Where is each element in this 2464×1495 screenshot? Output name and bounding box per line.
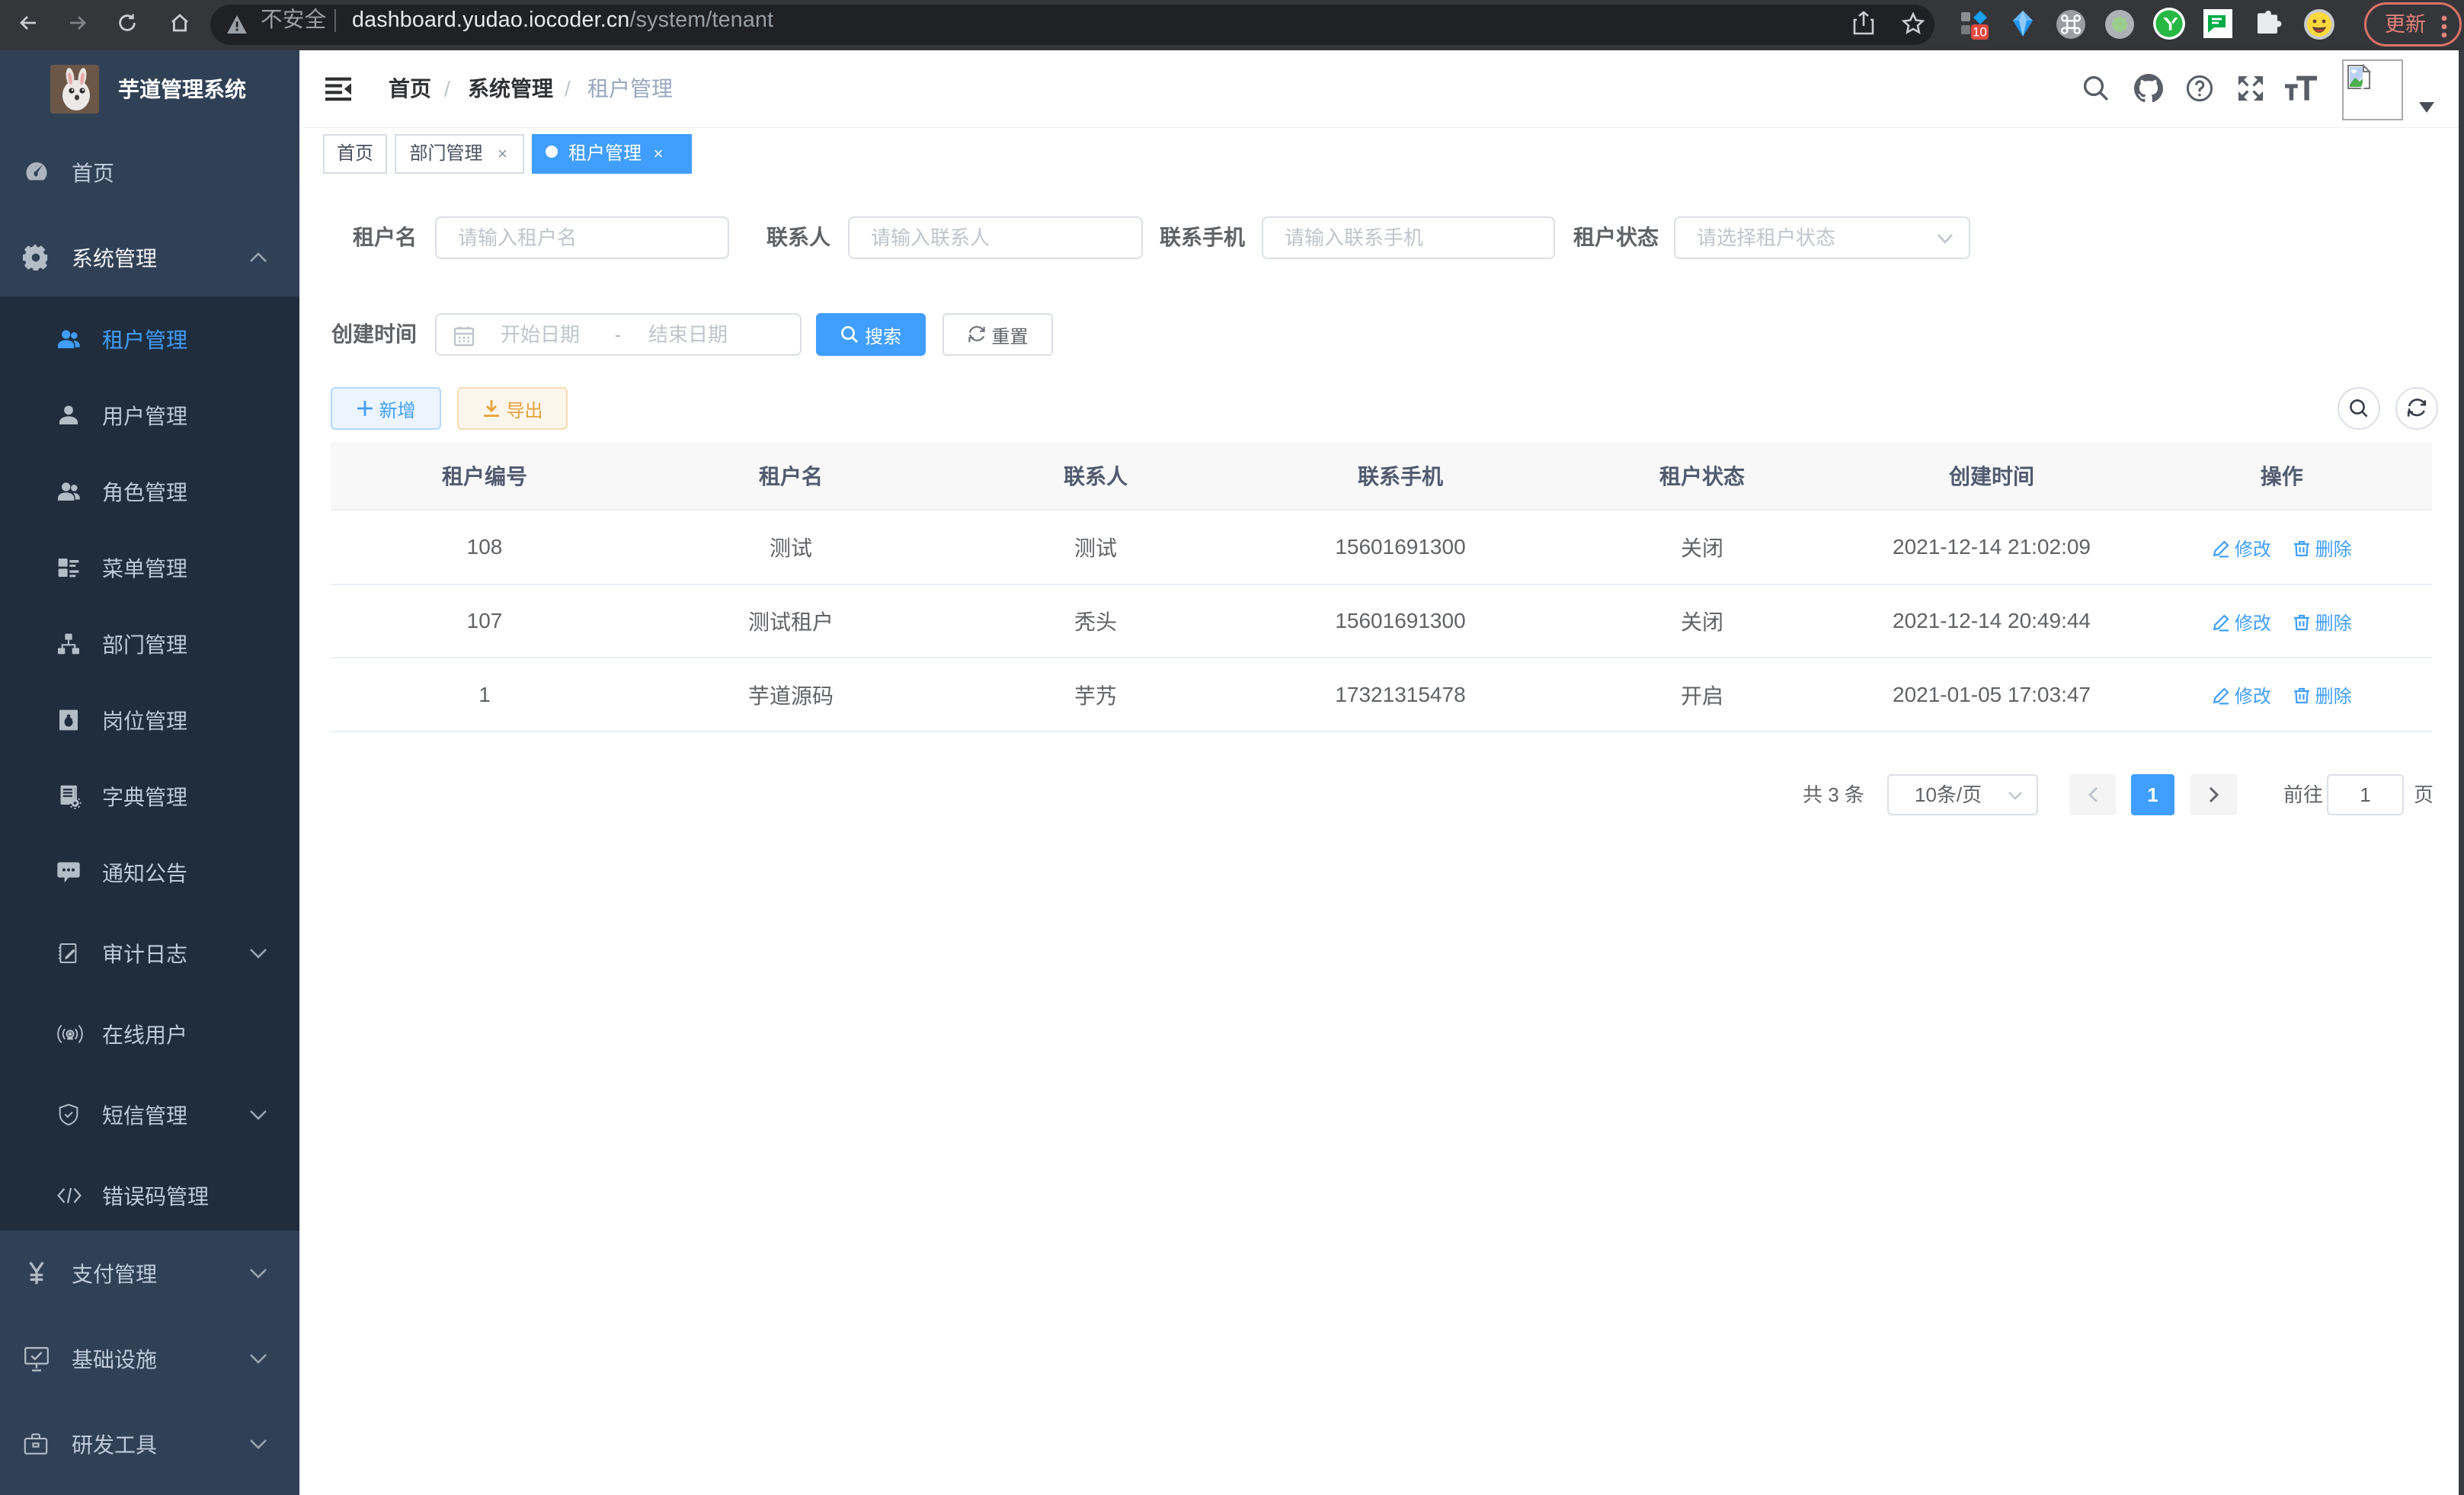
svg-text:10: 10 bbox=[1973, 25, 1987, 40]
